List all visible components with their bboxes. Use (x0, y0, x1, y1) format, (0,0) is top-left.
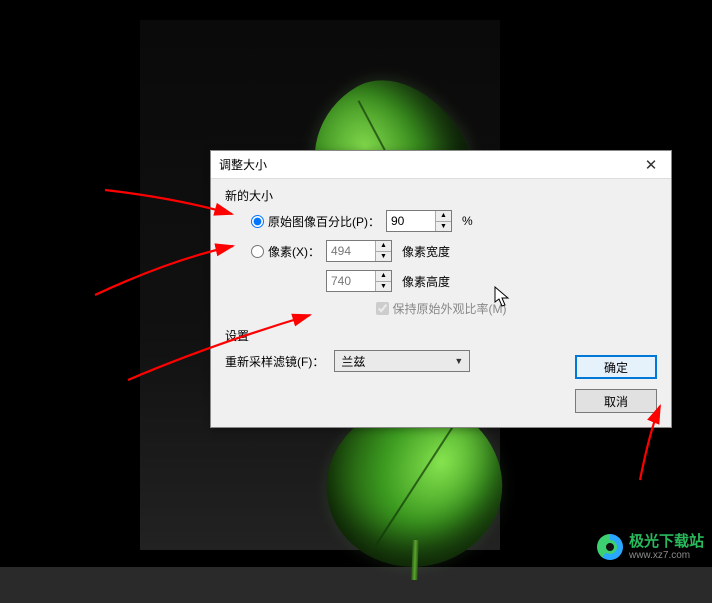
cancel-button[interactable]: 取消 (575, 389, 657, 413)
width-label: 像素宽度 (402, 243, 450, 260)
ok-button-label: 确定 (604, 359, 628, 376)
spinner-up-icon[interactable]: ▲ (376, 241, 391, 252)
close-button[interactable]: ✕ (631, 151, 671, 179)
group-new-size-label: 新的大小 (225, 187, 657, 204)
radio-percent-label: 原始图像百分比(P)： (268, 213, 380, 230)
dialog-buttons: 确定 取消 (575, 355, 657, 413)
spinner-up-icon[interactable]: ▲ (436, 211, 451, 222)
preserve-ratio-label: 保持原始外观比率(M) (393, 300, 507, 317)
row-percent: 原始图像百分比(P)： ▲ ▼ % (225, 210, 657, 232)
preserve-ratio-checkbox[interactable] (376, 302, 389, 315)
spinner-down-icon[interactable]: ▼ (376, 282, 391, 292)
percent-input[interactable] (387, 211, 435, 231)
percent-spinner[interactable]: ▲ ▼ (386, 210, 452, 232)
radio-pixels[interactable] (251, 245, 264, 258)
settings-label: 设置 (225, 327, 657, 344)
ok-button[interactable]: 确定 (575, 355, 657, 379)
height-label: 像素高度 (402, 273, 450, 290)
height-spinner[interactable]: ▲ ▼ (326, 270, 392, 292)
dialog-title: 调整大小 (219, 156, 631, 173)
filter-combo[interactable]: 兰兹 ▼ (334, 350, 470, 372)
spinner-down-icon[interactable]: ▼ (436, 222, 451, 232)
cancel-button-label: 取消 (604, 393, 628, 410)
row-pixels-height: 像素(X)： ▲ ▼ 像素高度 (225, 270, 657, 292)
radio-percent[interactable] (251, 215, 264, 228)
spinner-up-icon[interactable]: ▲ (376, 271, 391, 282)
width-input[interactable] (327, 241, 375, 261)
dialog-titlebar[interactable]: 调整大小 ✕ (211, 151, 671, 179)
filter-label: 重新采样滤镜(F)： (225, 353, 324, 370)
stem-graphic (411, 540, 418, 580)
resize-dialog: 调整大小 ✕ 新的大小 原始图像百分比(P)： ▲ ▼ % 像素(X)： (210, 150, 672, 428)
height-input[interactable] (327, 271, 375, 291)
dialog-body: 新的大小 原始图像百分比(P)： ▲ ▼ % 像素(X)： (211, 179, 671, 427)
radio-pixels-label: 像素(X)： (268, 243, 320, 260)
chevron-down-icon: ▼ (454, 356, 463, 366)
row-pixels-width: 像素(X)： ▲ ▼ 像素宽度 (225, 240, 657, 262)
spinner-down-icon[interactable]: ▼ (376, 252, 391, 262)
percent-suffix: % (462, 214, 473, 228)
close-icon: ✕ (645, 156, 658, 174)
filter-value: 兰兹 (341, 353, 365, 370)
width-spinner[interactable]: ▲ ▼ (326, 240, 392, 262)
preserve-ratio-row: 保持原始外观比率(M) (225, 300, 657, 317)
